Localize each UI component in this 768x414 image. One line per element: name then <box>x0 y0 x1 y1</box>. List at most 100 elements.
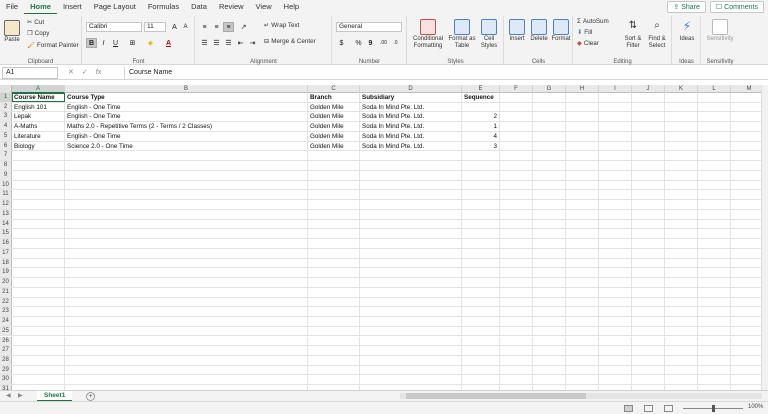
cell-g4[interactable] <box>533 122 566 131</box>
cell-k30[interactable] <box>665 375 698 385</box>
share-button[interactable]: ⇪ Share <box>667 1 706 13</box>
cell-a7[interactable] <box>12 151 65 161</box>
cell-a2[interactable]: English 101 <box>12 102 65 112</box>
page-break-view-icon[interactable] <box>664 405 673 412</box>
cell-k15[interactable] <box>665 229 698 239</box>
tab-help[interactable]: Help <box>278 0 305 14</box>
cell-c20[interactable] <box>308 278 360 287</box>
cell-j11[interactable] <box>632 190 665 200</box>
cell-i4[interactable] <box>599 122 632 131</box>
cell-i25[interactable] <box>599 326 632 336</box>
cell-a17[interactable] <box>12 248 65 258</box>
cell-c9[interactable] <box>308 170 360 180</box>
cell-b8[interactable] <box>65 161 308 170</box>
row-header[interactable]: 19 <box>0 268 12 278</box>
cell-e10[interactable] <box>462 180 500 190</box>
grow-font-button[interactable]: A <box>169 22 180 32</box>
cell-d9[interactable] <box>360 170 462 180</box>
cell-f7[interactable] <box>500 151 533 161</box>
cell-c14[interactable] <box>308 219 360 229</box>
cell-g26[interactable] <box>533 336 566 346</box>
cell-j17[interactable] <box>632 248 665 258</box>
cell-a22[interactable] <box>12 297 65 307</box>
cell-c17[interactable] <box>308 248 360 258</box>
copy-button[interactable]: ❐ Copy <box>27 30 49 37</box>
cell-e21[interactable] <box>462 287 500 297</box>
cell-j28[interactable] <box>632 355 665 365</box>
cell-j8[interactable] <box>632 161 665 170</box>
cell-h4[interactable] <box>566 122 599 131</box>
cell-c18[interactable] <box>308 258 360 268</box>
cell-f28[interactable] <box>500 355 533 365</box>
cell-f24[interactable] <box>500 317 533 326</box>
cell-h26[interactable] <box>566 336 599 346</box>
cell-g28[interactable] <box>533 355 566 365</box>
cell-g14[interactable] <box>533 219 566 229</box>
cell-h17[interactable] <box>566 248 599 258</box>
cell-l12[interactable] <box>698 200 731 209</box>
cell-c3[interactable]: Golden Mile <box>308 112 360 122</box>
column-header-f[interactable]: F <box>500 85 533 93</box>
cell-e16[interactable] <box>462 239 500 248</box>
cell-d1[interactable]: Subsidiary <box>360 93 462 102</box>
cell-j27[interactable] <box>632 346 665 355</box>
cell-f10[interactable] <box>500 180 533 190</box>
cell-c30[interactable] <box>308 375 360 385</box>
row-header[interactable]: 29 <box>0 365 12 375</box>
cell-d20[interactable] <box>360 278 462 287</box>
cell-k24[interactable] <box>665 317 698 326</box>
add-sheet-button[interactable]: + <box>86 392 95 401</box>
cell-a9[interactable] <box>12 170 65 180</box>
cell-a6[interactable]: Biology <box>12 141 65 151</box>
cell-i13[interactable] <box>599 209 632 219</box>
row-header[interactable]: 22 <box>0 297 12 307</box>
cell-f6[interactable] <box>500 141 533 151</box>
cell-k18[interactable] <box>665 258 698 268</box>
cell-b29[interactable] <box>65 365 308 375</box>
fill-button[interactable]: ⬇ Fill <box>577 29 592 36</box>
align-top-icon[interactable]: ≡ <box>199 22 210 32</box>
cell-i11[interactable] <box>599 190 632 200</box>
cell-e15[interactable] <box>462 229 500 239</box>
cell-a4[interactable]: A-Maths <box>12 122 65 131</box>
cell-a8[interactable] <box>12 161 65 170</box>
cell-f11[interactable] <box>500 190 533 200</box>
cell-l7[interactable] <box>698 151 731 161</box>
cell-c28[interactable] <box>308 355 360 365</box>
cell-a20[interactable] <box>12 278 65 287</box>
cell-e1[interactable]: Sequence <box>462 93 500 102</box>
cell-i6[interactable] <box>599 141 632 151</box>
row-header[interactable]: 27 <box>0 346 12 355</box>
column-header-d[interactable]: D <box>360 85 462 93</box>
cell-b5[interactable]: English - One Time <box>65 131 308 141</box>
cut-button[interactable]: ✂ Cut <box>27 19 44 26</box>
row-header[interactable]: 6 <box>0 141 12 151</box>
row-header[interactable]: 4 <box>0 122 12 131</box>
cell-c27[interactable] <box>308 346 360 355</box>
cell-g1[interactable] <box>533 93 566 102</box>
cell-f12[interactable] <box>500 200 533 209</box>
cell-e6[interactable]: 3 <box>462 141 500 151</box>
cell-h21[interactable] <box>566 287 599 297</box>
cell-g17[interactable] <box>533 248 566 258</box>
cell-i20[interactable] <box>599 278 632 287</box>
cell-e5[interactable]: 4 <box>462 131 500 141</box>
cell-d2[interactable]: Soda In Mind Pte. Ltd. <box>360 102 462 112</box>
column-header-k[interactable]: K <box>665 85 698 93</box>
cell-k7[interactable] <box>665 151 698 161</box>
cell-g16[interactable] <box>533 239 566 248</box>
cell-a14[interactable] <box>12 219 65 229</box>
cell-d15[interactable] <box>360 229 462 239</box>
row-header[interactable]: 11 <box>0 190 12 200</box>
cell-j20[interactable] <box>632 278 665 287</box>
comments-button[interactable]: ☐ Comments <box>709 1 764 13</box>
cell-a5[interactable]: Literature <box>12 131 65 141</box>
cell-b6[interactable]: Science 2.0 - One Time <box>65 141 308 151</box>
cell-b4[interactable]: Maths 2.0 - Repetitive Terms (2 - Terms … <box>65 122 308 131</box>
cell-l28[interactable] <box>698 355 731 365</box>
cell-f25[interactable] <box>500 326 533 336</box>
comma-button[interactable]: 9 <box>365 38 376 48</box>
column-header-b[interactable]: B <box>65 85 308 93</box>
cell-h25[interactable] <box>566 326 599 336</box>
horizontal-scrollbar[interactable] <box>400 393 762 399</box>
